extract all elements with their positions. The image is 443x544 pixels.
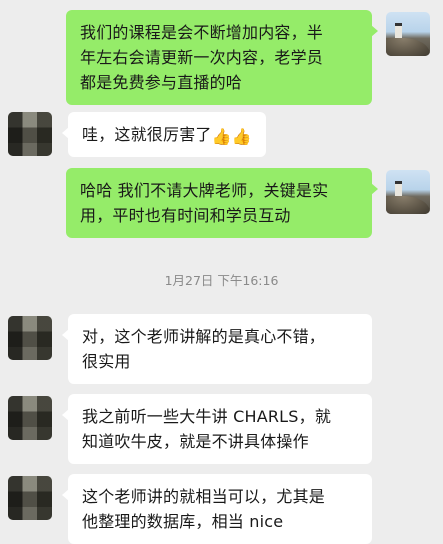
message-line: 他整理的数据库，相当 nice <box>82 512 284 531</box>
message-line: 我之前听一些大牛讲 CHARLS，就 <box>82 407 332 426</box>
contact-avatar[interactable] <box>8 112 52 156</box>
message-bubble-outgoing[interactable]: 我们的课程是会不断增加内容，半 年左右会请更新一次内容，老学员 都是免费参与直播… <box>66 10 378 105</box>
message-line: 知道吹牛皮，就是不讲具体操作 <box>82 432 309 451</box>
self-avatar[interactable] <box>386 12 430 56</box>
timestamp: 1月27日 下午16:16 <box>164 273 279 288</box>
self-avatar[interactable] <box>386 170 430 214</box>
message-line: 对，这个老师讲解的是真心不错， <box>82 327 326 346</box>
contact-avatar[interactable] <box>8 396 52 440</box>
message-bubble-incoming[interactable]: 哇，这就很厉害了👍👍 <box>62 112 266 157</box>
message-line: 哈哈 我们不请大牌老师，关键是实 <box>80 181 329 200</box>
message-row-incoming: 我之前听一些大牛讲 CHARLS，就 知道吹牛皮，就是不讲具体操作 <box>0 392 443 464</box>
message-line: 我们的课程是会不断增加内容，半 <box>80 23 324 42</box>
message-bubble-incoming[interactable]: 这个老师讲的就相当可以，尤其是 他整理的数据库，相当 nice <box>62 474 372 544</box>
message-row-incoming: 哇，这就很厉害了👍👍 <box>0 110 443 170</box>
message-row-outgoing: 我们的课程是会不断增加内容，半 年左右会请更新一次内容，老学员 都是免费参与直播… <box>0 0 443 110</box>
contact-avatar[interactable] <box>8 316 52 360</box>
message-line: 都是免费参与直播的哈 <box>80 73 243 92</box>
message-row-outgoing: 哈哈 我们不请大牌老师，关键是实 用，平时也有时间和学员互动 <box>0 166 443 246</box>
message-text: 哇，这就很厉害了 <box>82 125 212 144</box>
message-line: 用，平时也有时间和学员互动 <box>80 206 291 225</box>
message-line: 很实用 <box>82 352 131 371</box>
message-bubble-incoming[interactable]: 我之前听一些大牛讲 CHARLS，就 知道吹牛皮，就是不讲具体操作 <box>62 394 372 464</box>
thumbs-up-icon: 👍 <box>211 127 232 146</box>
message-line: 年左右会请更新一次内容，老学员 <box>80 48 324 67</box>
message-line: 这个老师讲的就相当可以，尤其是 <box>82 487 326 506</box>
message-bubble-outgoing[interactable]: 哈哈 我们不请大牌老师，关键是实 用，平时也有时间和学员互动 <box>66 168 378 238</box>
thumbs-up-icon: 👍 <box>231 127 252 146</box>
message-bubble-incoming[interactable]: 对，这个老师讲解的是真心不错， 很实用 <box>62 314 372 384</box>
contact-avatar[interactable] <box>8 476 52 520</box>
message-row-incoming: 这个老师讲的就相当可以，尤其是 他整理的数据库，相当 nice <box>0 472 443 544</box>
message-row-incoming: 对，这个老师讲解的是真心不错， 很实用 <box>0 312 443 384</box>
